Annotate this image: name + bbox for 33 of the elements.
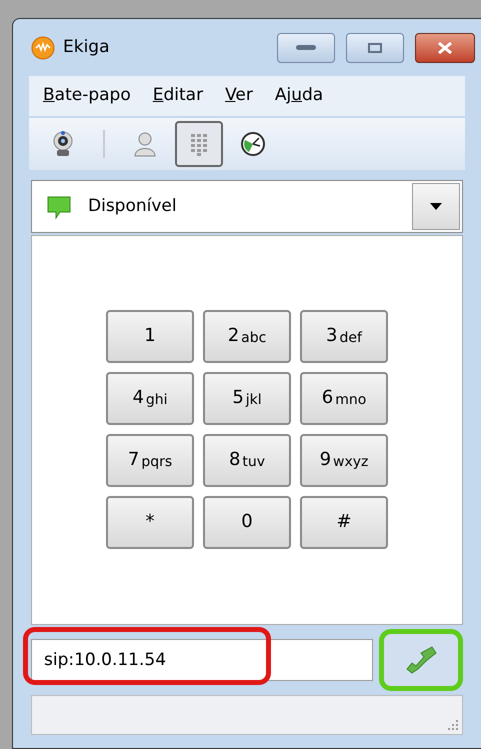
maximize-button[interactable] [346, 32, 404, 62]
person-icon [133, 131, 157, 157]
menu-item[interactable]: Ajuda [274, 83, 324, 109]
close-icon [436, 40, 454, 54]
keypad-key[interactable]: 0 [203, 496, 291, 549]
menu-item[interactable]: Bate-papo [43, 83, 131, 109]
minimize-button[interactable] [277, 32, 335, 62]
menu-item[interactable]: Ver [225, 83, 253, 109]
keypad-key[interactable]: 7 pqrs [106, 434, 194, 487]
app-logo-icon [31, 36, 55, 60]
keypad-key[interactable]: 1 [106, 310, 194, 363]
keypad-key[interactable]: 2 abc [203, 310, 291, 363]
keypad-key[interactable]: 4 ghi [106, 372, 194, 425]
keypad-key[interactable]: 9 wxyz [300, 434, 388, 487]
resize-grip-icon [448, 720, 458, 730]
close-button[interactable] [415, 32, 475, 62]
caret-icon [430, 203, 442, 210]
window-title: Ekiga [63, 36, 110, 59]
address-field[interactable]: sip:10.0.11.54 [31, 639, 373, 681]
keypad-icon [189, 132, 209, 156]
menu-item[interactable]: Editar [152, 83, 204, 109]
keypad-key[interactable]: 5 jkl [203, 372, 291, 425]
keypad-key[interactable]: 8 tuv [203, 434, 291, 487]
dropdown-button[interactable] [412, 183, 460, 230]
presence-text: Disponível [88, 194, 178, 218]
speech-bubble-icon [46, 194, 72, 220]
keypad-key[interactable]: 6 mno [300, 372, 388, 425]
keypad-key[interactable]: * [106, 496, 194, 549]
keypad-key[interactable]: 3 def [300, 310, 388, 363]
keypad-key[interactable]: # [300, 496, 388, 549]
webcam-icon [52, 131, 74, 157]
status-dropdown[interactable]: Disponível [31, 180, 463, 233]
clock-icon [240, 131, 266, 157]
